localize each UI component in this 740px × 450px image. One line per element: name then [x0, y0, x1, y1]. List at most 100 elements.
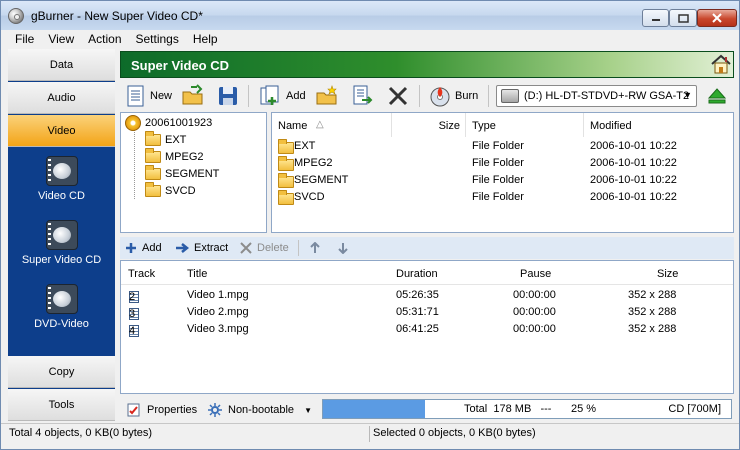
column-header-pause[interactable]: Pause [520, 268, 551, 280]
tree-item[interactable]: MPEG2 [145, 148, 204, 165]
project-title: Super Video CD [131, 58, 230, 73]
menu-file[interactable]: File [1, 30, 41, 49]
bottom-bar: Properties Non-bootable ▼ Total 178 MB -… [120, 397, 734, 421]
delete-track-button[interactable]: Delete [240, 242, 289, 254]
drive-select[interactable]: (D:) HL-DT-STDVD+-RW GSA-T2 ▼ [496, 85, 697, 107]
menu-view[interactable]: View [41, 30, 81, 49]
tree-root[interactable]: 20061001923 [125, 115, 212, 131]
burn-button-label[interactable]: Burn [455, 90, 478, 102]
column-header-modified[interactable]: Modified [584, 113, 733, 137]
minimize-icon [651, 19, 660, 21]
close-button[interactable] [697, 9, 737, 27]
extract-button[interactable]: Extract [175, 242, 228, 254]
nav-super-video-cd[interactable]: Super Video CD [8, 213, 115, 277]
add-track-button[interactable]: Add [125, 242, 162, 254]
capacity-total: Total 178 MB --- [464, 403, 552, 415]
track-duration: 05:26:35 [396, 289, 439, 301]
disc-capacity-bar: Total 178 MB --- 25 % CD [700M] [322, 399, 732, 419]
file-type: File Folder [472, 191, 524, 203]
nav-tools[interactable]: Tools [8, 389, 115, 421]
toolbar-separator [298, 240, 299, 256]
column-header-title[interactable]: Title [187, 268, 207, 280]
save-icon[interactable] [216, 84, 240, 108]
track-toolbar: Add Extract Delete [120, 237, 734, 259]
menu-help[interactable]: Help [186, 30, 225, 49]
track-list: Track Title Duration Pause Size 2 Video … [120, 260, 734, 394]
new-document-icon[interactable] [124, 84, 148, 108]
tree-item[interactable]: SVCD [145, 182, 196, 199]
nav-video-cd[interactable]: Video CD [8, 149, 115, 213]
video-cd-icon [45, 156, 78, 186]
tree-connector [134, 129, 135, 199]
add-files-icon[interactable] [258, 84, 282, 108]
capacity-fill [323, 400, 425, 418]
chevron-down-icon: ▼ [683, 90, 692, 100]
column-header-size[interactable]: Size [657, 268, 678, 280]
nav-data[interactable]: Data [8, 49, 115, 81]
file-row[interactable]: MPEG2 File Folder 2006-10-01 10:22 [272, 155, 733, 172]
track-pause: 00:00:00 [513, 323, 556, 335]
drive-select-value: (D:) HL-DT-STDVD+-RW GSA-T2 [524, 90, 690, 102]
nav-video[interactable]: Video [8, 115, 115, 147]
tree-item[interactable]: SEGMENT [145, 165, 219, 182]
open-folder-icon[interactable] [181, 84, 205, 108]
burn-disc-icon[interactable] [428, 84, 452, 108]
maximize-button[interactable] [669, 9, 697, 27]
folder-icon [145, 148, 161, 163]
nav-audio[interactable]: Audio [8, 82, 115, 114]
eject-icon[interactable] [705, 84, 729, 108]
file-row[interactable]: SVCD File Folder 2006-10-01 10:22 [272, 189, 733, 206]
file-row[interactable]: EXT File Folder 2006-10-01 10:22 [272, 138, 733, 155]
menu-bar: File View Action Settings Help [1, 30, 739, 49]
tree-item-label: SVCD [165, 185, 196, 197]
file-type: File Folder [472, 157, 524, 169]
disc-icon [125, 115, 141, 131]
properties-button[interactable]: Properties [127, 403, 197, 417]
track-list-header: Track Title Duration Pause Size [121, 261, 733, 285]
move-down-button[interactable] [338, 242, 348, 254]
sort-ascending-icon: △ [316, 119, 324, 130]
column-header-name[interactable]: Name △ [272, 113, 392, 137]
add-track-label: Add [142, 242, 162, 254]
track-row[interactable]: 4 Video 3.mpg 06:41:25 00:00:00 352 x 28… [121, 321, 733, 338]
tree-item-label: EXT [165, 134, 187, 146]
add-button-label[interactable]: Add [286, 90, 306, 102]
folder-tree: 20061001923 EXT MPEG2 SEGMENT SVCD [120, 112, 267, 233]
home-icon[interactable] [710, 53, 732, 75]
column-header-type[interactable]: Type [466, 113, 584, 137]
track-row[interactable]: 2 Video 1.mpg 05:26:35 00:00:00 352 x 28… [121, 287, 733, 304]
folder-icon [145, 182, 161, 197]
nav-dvd-video-label: DVD-Video [34, 318, 89, 330]
track-size: 352 x 288 [628, 289, 677, 301]
tree-item[interactable]: EXT [145, 131, 187, 148]
column-header-duration[interactable]: Duration [396, 268, 438, 280]
column-header-size[interactable]: Size [392, 113, 466, 137]
new-folder-icon[interactable] [315, 84, 339, 108]
column-header-track[interactable]: Track [128, 268, 155, 280]
move-up-button[interactable] [310, 242, 320, 254]
window-title: gBurner - New Super Video CD* [31, 9, 203, 23]
bootable-label: Non-bootable [228, 404, 295, 416]
optical-drive-icon [501, 89, 519, 103]
chevron-down-icon: ▼ [304, 405, 312, 415]
new-button-label[interactable]: New [150, 90, 172, 102]
file-row[interactable]: SEGMENT File Folder 2006-10-01 10:22 [272, 172, 733, 189]
nav-copy[interactable]: Copy [8, 356, 115, 388]
track-pause: 00:00:00 [513, 289, 556, 301]
bootable-dropdown[interactable]: Non-bootable ▼ [208, 403, 312, 417]
gear-icon [208, 403, 222, 417]
properties-label: Properties [147, 404, 198, 416]
toolbar-separator [419, 85, 420, 107]
minimize-button[interactable] [642, 9, 669, 27]
nav-dvd-video[interactable]: DVD-Video [8, 277, 115, 341]
menu-settings[interactable]: Settings [129, 30, 186, 49]
file-name: SEGMENT [294, 174, 349, 186]
track-row[interactable]: 3 Video 2.mpg 05:31:71 00:00:00 352 x 28… [121, 304, 733, 321]
track-pause: 00:00:00 [513, 306, 556, 318]
delete-icon [240, 242, 252, 254]
column-header-name-label: Name [278, 120, 308, 132]
title-bar[interactable]: gBurner - New Super Video CD* [1, 1, 739, 30]
menu-action[interactable]: Action [81, 30, 128, 49]
delete-icon[interactable] [386, 84, 410, 108]
import-session-icon[interactable] [350, 84, 374, 108]
